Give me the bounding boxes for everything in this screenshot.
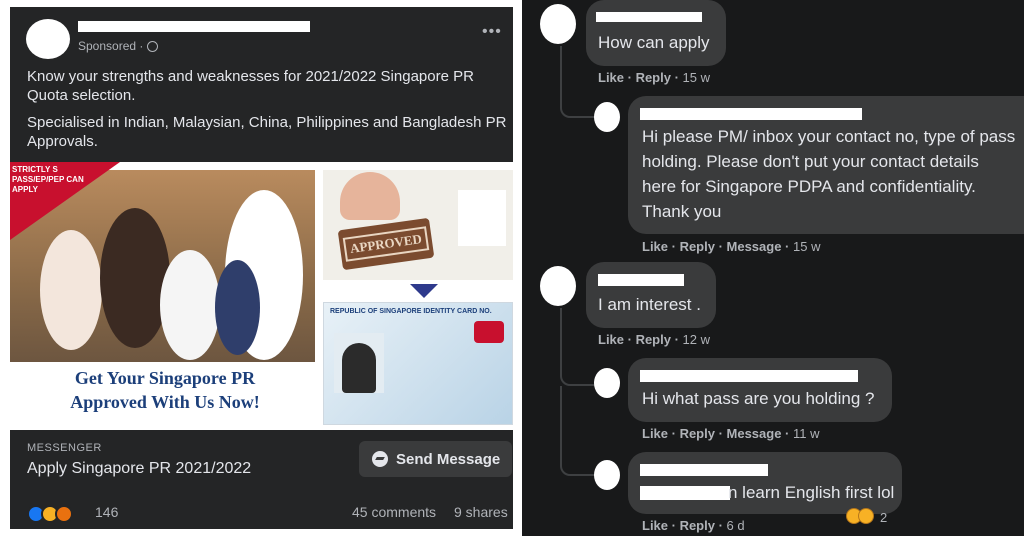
commenter-name-redacted[interactable] xyxy=(598,274,684,286)
messenger-label: MESSENGER xyxy=(27,442,102,454)
reply-text: n learn English first lol xyxy=(728,483,895,502)
crest-icon xyxy=(474,321,504,343)
ad-image[interactable]: STRICTLY S PASS/EP/PEP CAN APPLY Get You… xyxy=(10,162,513,430)
replier-name-redacted[interactable] xyxy=(640,464,768,476)
cta-title[interactable]: Apply Singapore PR 2021/2022 xyxy=(27,460,251,478)
replier-name-redacted[interactable] xyxy=(640,370,858,382)
reply-text: Hi what pass are you holding ? xyxy=(642,389,875,408)
reply-bubble: Hi what pass are you holding ? xyxy=(628,358,892,422)
page-avatar[interactable] xyxy=(26,19,70,59)
comment-bubble: How can apply xyxy=(586,0,726,66)
redacted-block xyxy=(458,190,506,246)
commenter-name-redacted[interactable] xyxy=(596,12,702,22)
send-message-button[interactable]: Send Message xyxy=(359,441,512,477)
reply-action-links[interactable]: Like · Reply · Message · xyxy=(642,239,789,254)
reply-reaction-count[interactable]: 2 xyxy=(880,510,887,525)
replier-avatar[interactable] xyxy=(594,102,620,132)
ad-headline: Get Your Singapore PR Approved With Us N… xyxy=(10,366,320,414)
comment-time[interactable]: 15 w xyxy=(683,70,710,85)
reply-time[interactable]: 15 w xyxy=(793,239,820,254)
post-stats: 146 45 comments 9 shares xyxy=(10,497,513,529)
comment-action-links[interactable]: Like · Reply · xyxy=(598,70,679,85)
headline-line-1: Get Your Singapore PR xyxy=(74,368,256,388)
reply-actions: Like · Reply · Message · 15 w xyxy=(642,239,820,254)
commenter-avatar[interactable] xyxy=(540,266,576,306)
reply-action-links[interactable]: Like · Reply · xyxy=(642,518,723,533)
replier-avatar[interactable] xyxy=(594,368,620,398)
comment-text: I am interest . xyxy=(598,295,701,314)
headline-line-2: Approved With Us Now! xyxy=(70,392,260,412)
reply-text-line-4: Thank you xyxy=(642,202,722,221)
sponsored-post: Sponsored · ••• Know your strengths and … xyxy=(10,7,513,529)
boy-figure xyxy=(160,250,220,360)
reply-text-line-1: Hi please PM/ inbox your contact no, typ… xyxy=(642,127,1016,146)
reaction-count[interactable]: 146 xyxy=(95,504,118,520)
post-text-2: Specialised in Indian, Malaysian, China,… xyxy=(27,114,507,150)
thread-line xyxy=(560,386,596,476)
post-meta: Sponsored · xyxy=(78,39,159,53)
more-options-icon[interactable]: ••• xyxy=(482,23,502,41)
reply-bubble: Hi please PM/ inbox your contact no, typ… xyxy=(628,96,1024,234)
sponsored-label[interactable]: Sponsored · xyxy=(78,39,143,53)
send-message-label: Send Message xyxy=(396,450,501,468)
comment-actions: Like · Reply · 15 w xyxy=(598,70,710,85)
replier-name-redacted[interactable] xyxy=(640,108,862,120)
reply-action-links[interactable]: Like · Reply · Message · xyxy=(642,426,789,441)
reply-actions: Like · Reply · 6 d xyxy=(642,518,745,533)
comments-panel: How can apply Like · Reply · 15 w Hi ple… xyxy=(522,0,1024,536)
comment-bubble: I am interest . xyxy=(586,262,716,328)
wow-reaction-icon[interactable] xyxy=(858,508,874,524)
page-name-redacted[interactable] xyxy=(78,21,310,32)
comment-time[interactable]: 12 w xyxy=(683,332,710,347)
comment-text: How can apply xyxy=(598,33,710,52)
shares-count[interactable]: 9 shares xyxy=(454,504,508,520)
arrow-down-icon xyxy=(410,284,438,298)
reply-time[interactable]: 6 d xyxy=(727,518,745,533)
reply-text-line-3: here for Singapore PDPA and confidential… xyxy=(642,177,976,196)
reply-text-line-2: holding. Please don't put your contact d… xyxy=(642,152,979,171)
card-heading: REPUBLIC OF SINGAPORE IDENTITY CARD NO. xyxy=(330,308,492,315)
child-figure-2 xyxy=(215,260,260,355)
comment-actions: Like · Reply · 12 w xyxy=(598,332,710,347)
commenter-avatar[interactable] xyxy=(540,4,576,44)
messenger-icon xyxy=(372,451,388,467)
reply-actions: Like · Reply · Message · 11 w xyxy=(642,426,820,441)
angry-reaction-icon[interactable] xyxy=(55,505,73,523)
comment-action-links[interactable]: Like · Reply · xyxy=(598,332,679,347)
globe-icon xyxy=(147,40,159,52)
reply-time[interactable]: 11 w xyxy=(793,426,820,441)
stamp-label: APPROVED xyxy=(342,226,430,262)
reply-text-redacted xyxy=(640,486,730,500)
comments-count[interactable]: 45 comments xyxy=(352,504,436,520)
reply-bubble: n learn English first lol xyxy=(628,452,902,514)
cta-row: MESSENGER Apply Singapore PR 2021/2022 S… xyxy=(10,430,513,492)
post-text-1: Know your strengths and weaknesses for 2… xyxy=(27,68,474,104)
id-card-image: REPUBLIC OF SINGAPORE IDENTITY CARD NO. xyxy=(323,302,513,425)
replier-avatar[interactable] xyxy=(594,460,620,490)
person-silhouette-icon xyxy=(342,343,376,393)
child-figure xyxy=(40,230,102,350)
banner-text: STRICTLY S PASS/EP/PEP CAN APPLY xyxy=(12,165,84,194)
